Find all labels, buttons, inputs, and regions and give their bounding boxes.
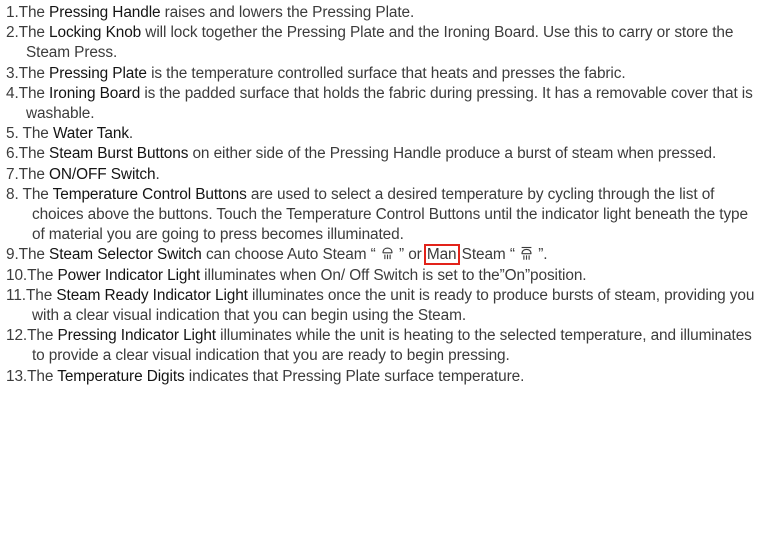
item-term: Ironing Board [49, 84, 141, 102]
item-term: Pressing Indicator Light [57, 327, 217, 345]
list-item-3: 3.The Pressing Plate is the temperature … [6, 64, 764, 84]
item-text: The [18, 84, 50, 102]
item-text: The [18, 125, 53, 143]
item-text: Steam “ [457, 246, 520, 264]
item-term: Water Tank [52, 125, 129, 143]
item-text: The [18, 145, 50, 163]
item-number: 5. [6, 125, 19, 143]
item-number: 10. [6, 266, 28, 284]
list-item-6: 6.The Steam Burst Buttons on either side… [6, 144, 764, 164]
item-term: Pressing Plate [49, 64, 147, 82]
item-text: The [18, 24, 50, 42]
item-number: 12. [6, 327, 28, 345]
item-number: 6. [6, 145, 19, 163]
item-number: 13. [6, 367, 28, 385]
item-term: Steam Selector Switch [49, 246, 202, 264]
item-term: Steam Burst Buttons [49, 145, 189, 163]
item-text: The [27, 367, 58, 385]
list-item-7: 7.The ON/OFF Switch. [6, 165, 764, 185]
item-text: The [18, 185, 53, 203]
list-item-8: 8. The Temperature Control Buttons are u… [6, 185, 764, 246]
list-item-4: 4.The Ironing Board is the padded surfac… [6, 84, 764, 124]
item-number: 9. [6, 246, 19, 264]
item-text: is the temperature controlled surface th… [146, 64, 626, 82]
item-number: 3. [6, 64, 19, 82]
item-text: The [18, 165, 50, 183]
item-text: indicates that Pressing Plate surface te… [184, 367, 525, 385]
item-text: . [128, 125, 134, 143]
item-text: The [25, 286, 57, 304]
item-number: 8. [6, 185, 19, 203]
list-item-1: 1.The Pressing Handle raises and lowers … [6, 3, 764, 23]
item-text: The [18, 246, 50, 264]
item-text: The [18, 4, 50, 21]
item-term: Temperature Digits [57, 367, 185, 385]
item-text: can choose Auto Steam “ [201, 246, 380, 264]
item-number: 4. [6, 84, 19, 102]
item-text: The [27, 327, 58, 345]
item-text: The [27, 266, 58, 284]
list-item-12: 12.The Pressing Indicator Light illumina… [6, 326, 764, 366]
item-text: raises and lowers the Pressing Plate. [160, 4, 415, 21]
list-item-9: 9.The Steam Selector Switch can choose A… [6, 244, 764, 266]
list-item-11: 11.The Steam Ready Indicator Light illum… [6, 286, 764, 326]
item-text: on either side of the Pressing Handle pr… [188, 145, 717, 163]
manual-steam-icon [519, 246, 534, 261]
item-text: ” or [394, 246, 426, 264]
item-text: ”. [534, 246, 548, 264]
list-item-13: 13.The Temperature Digits indicates that… [6, 367, 764, 387]
item-term: Locking Knob [49, 24, 142, 42]
highlighted-word: Man [423, 244, 460, 266]
list-item-10: 10.The Power Indicator Light illuminates… [6, 266, 764, 286]
item-number: 7. [6, 165, 19, 183]
item-number: 2. [6, 24, 19, 42]
auto-steam-icon [380, 246, 395, 261]
item-text: The [18, 64, 50, 82]
item-term: ON/OFF Switch [49, 165, 156, 183]
item-term: Temperature Control Buttons [52, 185, 247, 203]
instruction-list: 1.The Pressing Handle raises and lowers … [6, 3, 764, 387]
item-text: . [155, 165, 160, 183]
list-item-2: 2.The Locking Knob will lock together th… [6, 23, 764, 63]
list-item-5: 5. The Water Tank. [6, 124, 764, 144]
item-text: illuminates when On/ Off Switch is set t… [200, 266, 587, 284]
item-term: Pressing Handle [49, 4, 161, 21]
item-term: Power Indicator Light [57, 266, 201, 284]
item-number: 11. [6, 286, 26, 304]
item-number: 1. [6, 4, 19, 21]
item-term: Steam Ready Indicator Light [56, 286, 248, 304]
